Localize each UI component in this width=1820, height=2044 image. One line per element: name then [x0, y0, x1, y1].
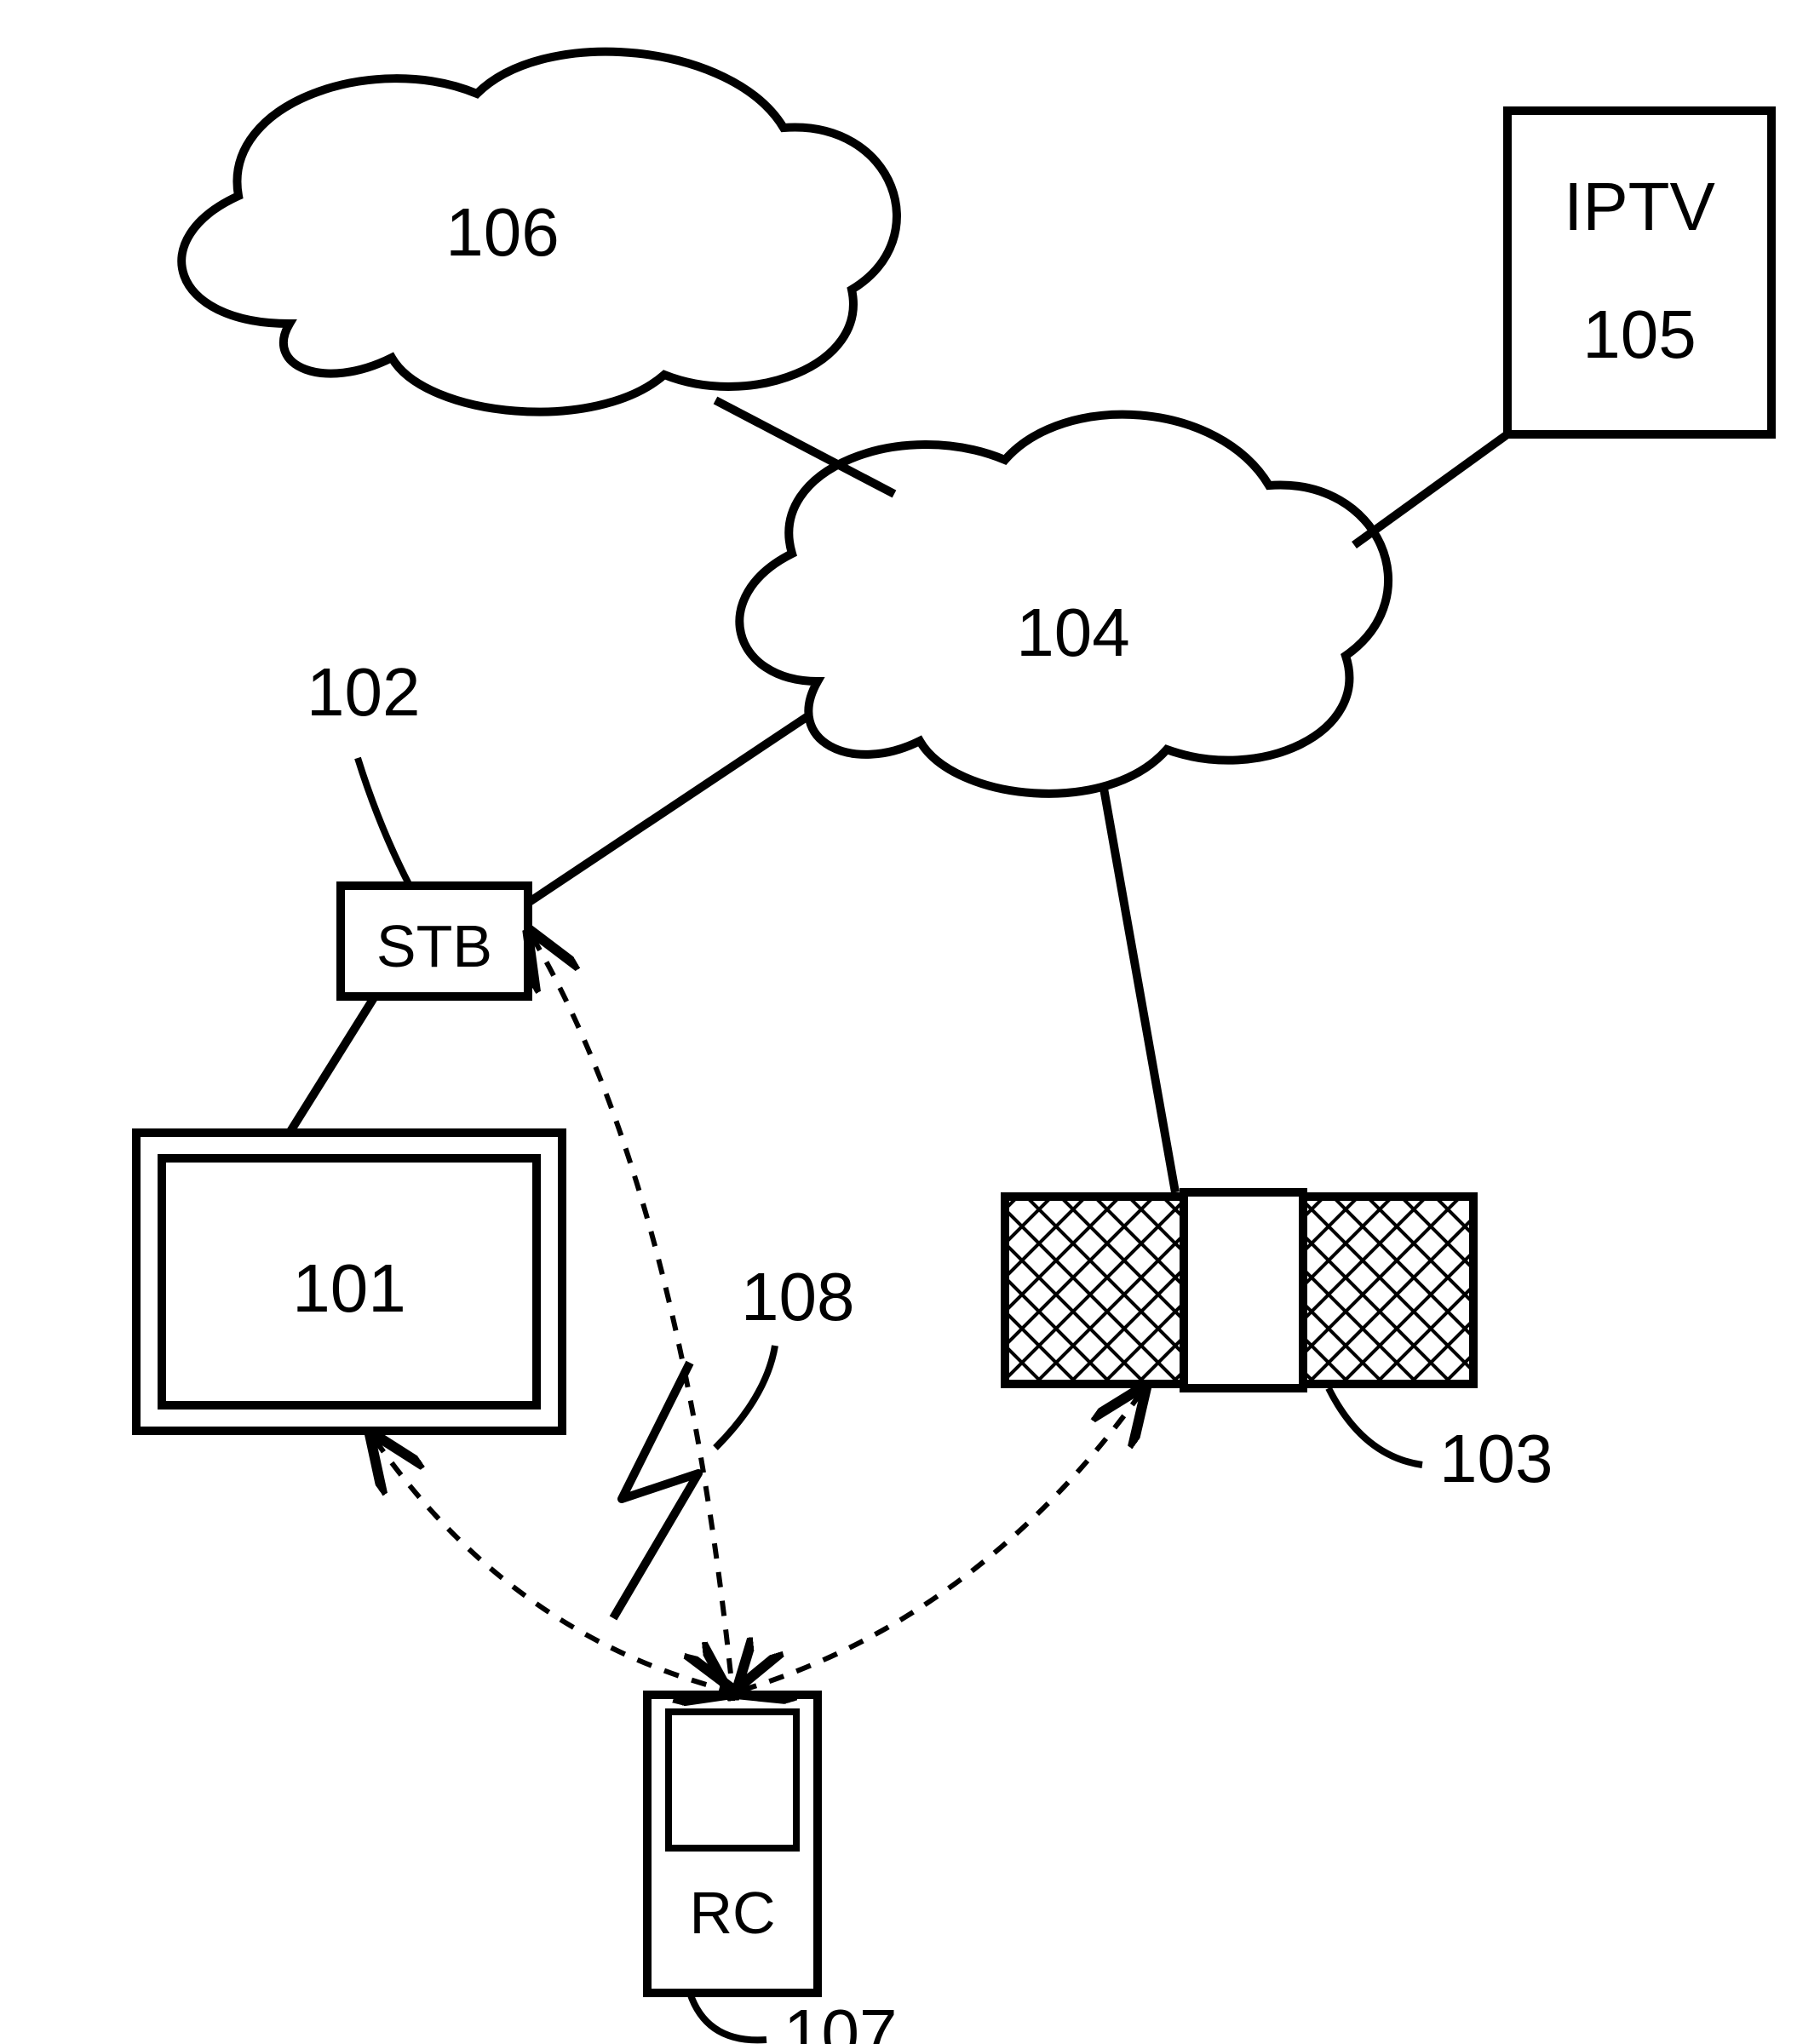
remote-control: RC	[647, 1695, 818, 1993]
network-diagram: 106 104 IPTV 105 STB 102 101 103	[0, 0, 1820, 2044]
iptv-box: IPTV 105	[1507, 111, 1771, 434]
server-ref-leader: 103	[1329, 1388, 1553, 1496]
tv-box: 101	[136, 1133, 562, 1431]
stb-label: STB	[376, 913, 492, 979]
cloud-106-label: 106	[445, 194, 559, 270]
iptv-ref: 105	[1582, 296, 1696, 372]
remote-label: RC	[689, 1880, 775, 1946]
wireless-ref-leader: 108	[715, 1259, 854, 1448]
server-box	[1005, 1192, 1473, 1388]
iptv-title: IPTV	[1564, 169, 1715, 244]
tv-label: 101	[292, 1250, 405, 1326]
stb-ref-leader: 102	[307, 654, 420, 884]
remote-ref-leader: 107	[690, 1993, 897, 2044]
wireless-ref: 108	[741, 1259, 854, 1335]
cloud-104: 104	[739, 415, 1388, 794]
stb-box: STB	[341, 886, 528, 996]
wireless-bolt	[613, 1363, 698, 1618]
remote-ref: 107	[784, 1995, 897, 2044]
cloud-104-label: 104	[1016, 594, 1129, 670]
cloud-106: 106	[181, 52, 897, 412]
stb-ref: 102	[307, 654, 420, 730]
server-ref: 103	[1439, 1421, 1553, 1496]
